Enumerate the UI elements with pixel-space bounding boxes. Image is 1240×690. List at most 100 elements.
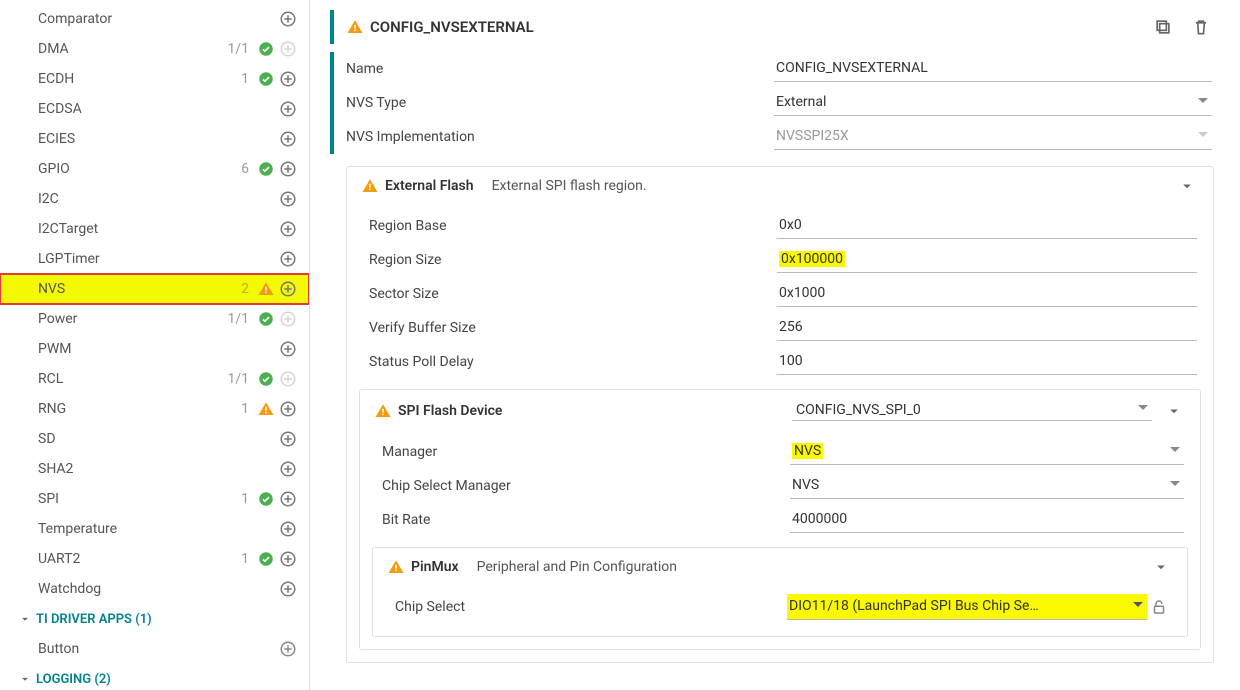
field-verify-buffer: Verify Buffer Size 256 (347, 311, 1213, 345)
sidebar-item-ecdh[interactable]: ECDH1 (0, 64, 309, 94)
sidebar-item-label: ECDH (38, 71, 229, 87)
region-base-input[interactable]: 0x0 (777, 213, 1197, 239)
sidebar-item-nvs[interactable]: NVS2 (0, 274, 309, 304)
field-region-base: Region Base 0x0 (347, 209, 1213, 243)
sidebar-group-label: TI DRIVER APPS (1) (36, 612, 152, 627)
check-icon (257, 160, 275, 178)
sidebar-item-pwm[interactable]: PWM (0, 334, 309, 364)
sidebar-item-i2ctarget[interactable]: I2CTarget (0, 214, 309, 244)
field-status-poll: Status Poll Delay 100 (347, 345, 1213, 379)
add-icon[interactable] (279, 160, 297, 178)
check-icon (257, 310, 275, 328)
add-icon[interactable] (279, 190, 297, 208)
field-sector-size: Sector Size 0x1000 (347, 277, 1213, 311)
add-icon[interactable] (279, 550, 297, 568)
sidebar-group-tidriverapps[interactable]: TI DRIVER APPS (1) (0, 604, 309, 634)
field-bit-rate: Bit Rate 4000000 (360, 503, 1200, 537)
add-icon[interactable] (279, 130, 297, 148)
warning-icon (346, 18, 364, 36)
field-nvsimpl: NVS Implementation NVSSPI25X (330, 120, 1224, 154)
field-region-size: Region Size 0x100000 (347, 243, 1213, 277)
add-icon[interactable] (279, 490, 297, 508)
sidebar-item-count: 2 (229, 281, 249, 297)
sidebar-item-dma[interactable]: DMA1/1 (0, 34, 309, 64)
sidebar-item-sha2[interactable]: SHA2 (0, 454, 309, 484)
sidebar-item-i2c[interactable]: I2C (0, 184, 309, 214)
sidebar-item-button[interactable]: Button (0, 634, 309, 664)
name-input[interactable]: CONFIG_NVSEXTERNAL (774, 56, 1212, 82)
nvstype-select[interactable]: External (774, 90, 1212, 116)
sidebar-item-label: SPI (38, 491, 229, 507)
chip-select-select[interactable]: DIO11/18 (LaunchPad SPI Bus Chip Se… (787, 594, 1147, 620)
sidebar-item-lgptimer[interactable]: LGPTimer (0, 244, 309, 274)
field-nvstype: NVS Type External (330, 86, 1224, 120)
add-icon[interactable] (279, 520, 297, 538)
field-cs-manager: Chip Select Manager NVS (360, 469, 1200, 503)
panel-subtitle: Peripheral and Pin Configuration (477, 559, 677, 575)
add-icon[interactable] (279, 100, 297, 118)
sidebar-group-logging[interactable]: LOGGING (2) (0, 664, 309, 690)
add-icon (279, 370, 297, 388)
add-icon[interactable] (279, 280, 297, 298)
sidebar-item-rng[interactable]: RNG1 (0, 394, 309, 424)
status-poll-input[interactable]: 100 (777, 349, 1197, 375)
add-icon[interactable] (279, 400, 297, 418)
panel-external-flash: External Flash External SPI flash region… (346, 166, 1214, 663)
cs-manager-select[interactable]: NVS (790, 473, 1184, 499)
field-manager: Manager NVS (360, 435, 1200, 469)
field-label: Chip Select (389, 599, 787, 615)
check-icon (257, 370, 275, 388)
sidebar-item-count: 1 (229, 491, 249, 507)
chevron-down-icon (1162, 402, 1186, 420)
sidebar-item-label: NVS (38, 281, 229, 297)
panel-title: External Flash (385, 178, 474, 194)
sidebar-item-label: Power (38, 311, 227, 327)
chevron-down-icon (1149, 558, 1173, 576)
region-size-input[interactable]: 0x100000 (777, 247, 1197, 273)
manager-select[interactable]: NVS (790, 439, 1184, 465)
copy-button[interactable] (1152, 16, 1174, 38)
field-label: Status Poll Delay (363, 354, 777, 370)
panel-header-pinmux[interactable]: PinMux Peripheral and Pin Configuration (373, 548, 1187, 586)
sidebar-item-power[interactable]: Power1/1 (0, 304, 309, 334)
add-icon[interactable] (279, 70, 297, 88)
field-label: Name (344, 61, 774, 77)
bit-rate-input[interactable]: 4000000 (790, 507, 1184, 533)
add-icon[interactable] (279, 10, 297, 28)
panel-header-spi-flash[interactable]: SPI Flash Device CONFIG_NVS_SPI_0 (360, 390, 1200, 431)
sidebar-item-ecdsa[interactable]: ECDSA (0, 94, 309, 124)
add-icon[interactable] (279, 640, 297, 658)
panel-subtitle: External SPI flash region. (492, 178, 647, 194)
panel-title: PinMux (411, 559, 459, 575)
add-icon[interactable] (279, 340, 297, 358)
sidebar-item-label: SD (38, 431, 251, 447)
add-icon[interactable] (279, 460, 297, 478)
sidebar-item-label: Temperature (38, 521, 251, 537)
sidebar-item-label: UART2 (38, 551, 229, 567)
sidebar-item-ecies[interactable]: ECIES (0, 124, 309, 154)
chevron-down-icon (18, 612, 32, 626)
sidebar-item-watchdog[interactable]: Watchdog (0, 574, 309, 604)
add-icon[interactable] (279, 430, 297, 448)
sidebar-item-comparator[interactable]: Comparator (0, 4, 309, 34)
sidebar-item-label: I2C (38, 191, 251, 207)
verify-buffer-input[interactable]: 256 (777, 315, 1197, 341)
sector-size-input[interactable]: 0x1000 (777, 281, 1197, 307)
delete-button[interactable] (1190, 16, 1212, 38)
sidebar-item-label: PWM (38, 341, 251, 357)
field-label: NVS Type (344, 95, 774, 111)
lock-icon[interactable] (1147, 598, 1171, 616)
sidebar-item-sd[interactable]: SD (0, 424, 309, 454)
sidebar-item-temperature[interactable]: Temperature (0, 514, 309, 544)
sidebar-item-rcl[interactable]: RCL1/1 (0, 364, 309, 394)
add-icon[interactable] (279, 250, 297, 268)
sidebar-item-uart2[interactable]: UART21 (0, 544, 309, 574)
panel-header-external-flash[interactable]: External Flash External SPI flash region… (347, 167, 1213, 205)
add-icon[interactable] (279, 580, 297, 598)
field-label: Region Base (363, 218, 777, 234)
add-icon[interactable] (279, 220, 297, 238)
sidebar-item-label: GPIO (38, 161, 229, 177)
spi-device-select[interactable]: CONFIG_NVS_SPI_0 (792, 400, 1152, 421)
sidebar-item-spi[interactable]: SPI1 (0, 484, 309, 514)
sidebar-item-gpio[interactable]: GPIO6 (0, 154, 309, 184)
